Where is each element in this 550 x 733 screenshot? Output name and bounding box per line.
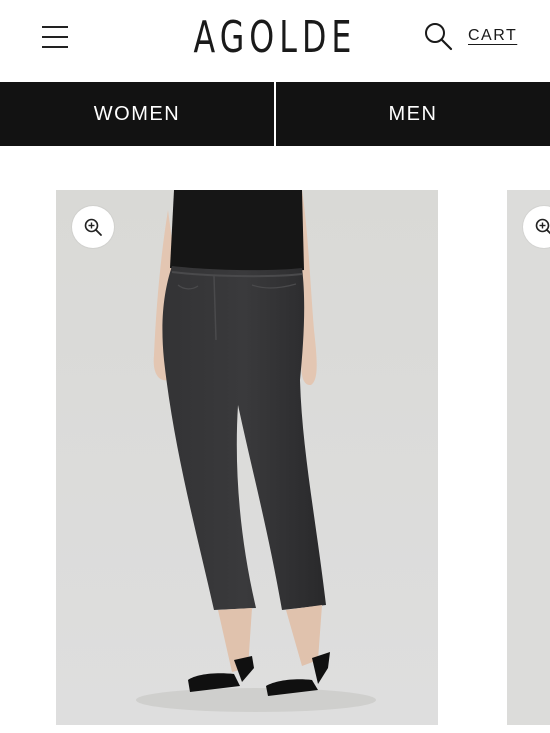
- search-icon[interactable]: [422, 20, 454, 52]
- cart-link[interactable]: CART: [468, 27, 517, 45]
- next-product-image[interactable]: [507, 190, 550, 725]
- zoom-in-icon[interactable]: [523, 206, 550, 248]
- site-header: AGOLDE CART: [0, 0, 550, 82]
- product-image[interactable]: [56, 190, 438, 725]
- category-nav: WOMEN MEN: [0, 82, 550, 146]
- brand-logo[interactable]: AGOLDE: [77, 10, 473, 66]
- tab-women[interactable]: WOMEN: [0, 82, 274, 146]
- tab-men[interactable]: MEN: [276, 82, 550, 146]
- zoom-in-icon[interactable]: [72, 206, 114, 248]
- hamburger-menu-icon[interactable]: [40, 22, 70, 52]
- product-photo: [56, 190, 438, 725]
